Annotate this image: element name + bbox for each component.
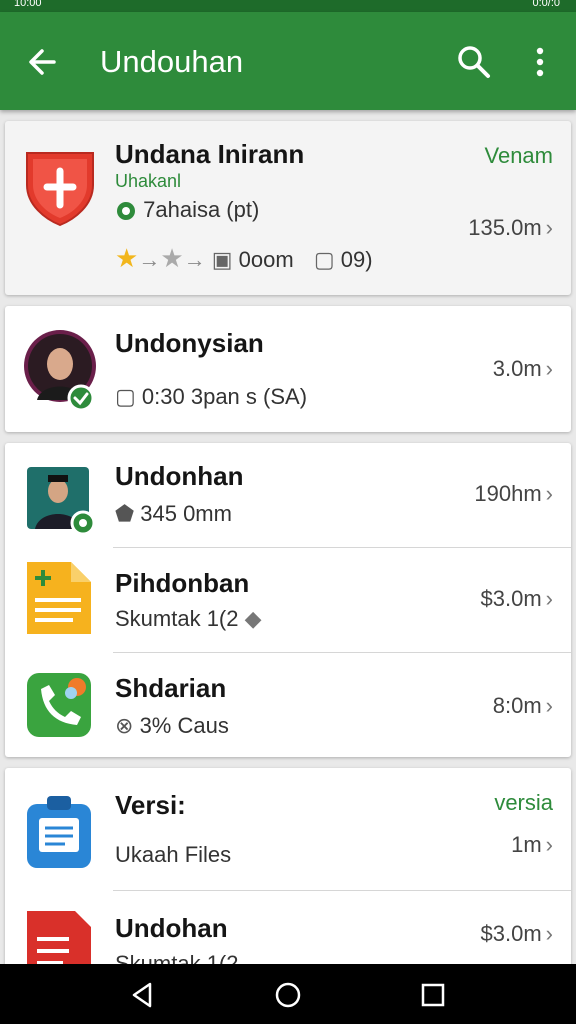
- chevron-right-icon: ›: [545, 693, 553, 718]
- search-icon[interactable]: [454, 42, 494, 82]
- item-subtitle: Uhakanl: [115, 171, 182, 191]
- item-meta: ★→★→ ▣ 0oom ▢ 09): [115, 243, 373, 274]
- list-item[interactable]: Pihdonban Skumtak 1(2 ◆ $3.0m ›: [5, 548, 571, 652]
- app-bar: Undouhan: [0, 12, 576, 110]
- item-size[interactable]: 3.0m ›: [493, 356, 553, 382]
- item-detail-text: 345 0mm: [140, 501, 232, 526]
- status-bar: 10:00 0:0/:0: [0, 0, 576, 12]
- shield-app-icon: [26, 152, 94, 227]
- item-size-text: 190hm: [474, 481, 542, 506]
- item-size[interactable]: 135.0m ›: [468, 215, 553, 241]
- home-nav-icon[interactable]: [271, 978, 305, 1012]
- chevron-right-icon: ›: [545, 481, 553, 506]
- item-name: Versi:: [115, 790, 186, 820]
- item-detail: ⬟ 345 0mm: [115, 501, 232, 527]
- item-size[interactable]: $3.0m ›: [481, 586, 553, 612]
- list-item[interactable]: Versi: Ukaah Files versia 1m ›: [5, 768, 571, 890]
- item-size[interactable]: $3.0m ›: [481, 921, 553, 947]
- red-document-icon: [27, 911, 91, 968]
- item-size-text: 135.0m: [468, 215, 542, 240]
- item-detail: 7ahaisa (pt): [115, 197, 259, 223]
- item-name: Shdarian: [115, 673, 227, 703]
- status-dot-icon: [117, 202, 135, 221]
- item-size[interactable]: 8:0m ›: [493, 693, 553, 719]
- meta-b: 09): [340, 247, 373, 272]
- item-name: Undohan: [115, 913, 228, 943]
- arrow-icon: →: [183, 247, 206, 272]
- chevron-right-icon: ›: [545, 215, 553, 240]
- download-group-card: Undonhan ⬟ 345 0mm 190hm › Pihdonban Skum…: [5, 443, 571, 757]
- item-detail: Skumtak 1(2 ◆: [115, 606, 262, 632]
- item-detail-text: 7ahaisa (pt): [143, 197, 260, 222]
- clipboard-icon: [27, 796, 91, 868]
- avatar: [24, 330, 96, 412]
- download-card-1[interactable]: Undana Inirann Uhakanl 7ahaisa (pt) ★→★→…: [5, 121, 571, 295]
- document-icon: [27, 562, 91, 634]
- more-options-icon[interactable]: [522, 42, 558, 82]
- meta-a: 0oom: [238, 247, 294, 272]
- blocked-icon: ⊗: [115, 713, 134, 738]
- comment-icon: ▢: [313, 247, 335, 272]
- back-arrow-icon[interactable]: [24, 42, 64, 82]
- item-detail: ⊗ 3% Caus: [115, 713, 229, 739]
- file-icon: ▢: [115, 384, 136, 409]
- item-size-text: 8:0m: [492, 693, 542, 718]
- recents-nav-icon[interactable]: [416, 978, 450, 1012]
- arrow-icon: →: [138, 247, 161, 272]
- item-detail: ▢ 0:30 3pan s (SA): [115, 384, 307, 410]
- item-name: Pihdonban: [115, 568, 250, 598]
- version-label: versia: [494, 790, 553, 815]
- item-size-text: 1m: [511, 832, 542, 857]
- item-name: Undonhan: [115, 461, 244, 491]
- phone-app-icon: [27, 673, 91, 737]
- person-photo-icon: [27, 467, 96, 535]
- list-item[interactable]: Shdarian ⊗ 3% Caus 8:0m ›: [5, 653, 571, 757]
- star-outline-icon: ★: [160, 243, 184, 273]
- item-size-text: 3.0m: [492, 356, 542, 381]
- item-name: Undonysian: [115, 328, 264, 358]
- star-icon: ★: [115, 243, 139, 273]
- item-size-text: $3.0m: [480, 921, 542, 946]
- chevron-right-icon: ›: [545, 921, 553, 946]
- list-item[interactable]: Undohan Skumtak 1(2 $3.0m ›: [5, 891, 571, 968]
- item-detail-text: Skumtak 1(2: [115, 606, 239, 631]
- item-size-text: $3.0m: [480, 586, 542, 611]
- chevron-right-icon: ›: [545, 832, 553, 857]
- chevron-right-icon: ›: [545, 356, 553, 381]
- list-item[interactable]: Undonhan ⬟ 345 0mm 190hm ›: [5, 443, 571, 547]
- shield-small-icon: ⬟: [115, 501, 135, 526]
- item-name: Undana Inirann: [115, 139, 305, 169]
- system-nav-bar: [0, 964, 576, 1024]
- box-icon: ▣: [211, 247, 233, 272]
- status-time: 10:00: [14, 0, 42, 9]
- download-card-2[interactable]: Undonysian ▢ 0:30 3pan s (SA) 3.0m ›: [5, 306, 571, 432]
- page-title: Undouhan: [100, 44, 244, 79]
- version-label: Venam: [484, 143, 554, 168]
- status-right: 0:0/:0: [532, 0, 560, 9]
- item-size[interactable]: 190hm ›: [474, 481, 553, 507]
- download-group-card-2: Versi: Ukaah Files versia 1m › Undohan Sk…: [5, 768, 571, 968]
- tag-icon: ◆: [244, 606, 262, 631]
- item-detail-text: 3% Caus: [139, 713, 229, 738]
- back-nav-icon[interactable]: [126, 978, 160, 1012]
- item-detail-text: 0:30 3pan s (SA): [141, 384, 308, 409]
- item-size[interactable]: 1m ›: [511, 832, 553, 858]
- chevron-right-icon: ›: [545, 586, 553, 611]
- item-detail: Ukaah Files: [115, 842, 232, 867]
